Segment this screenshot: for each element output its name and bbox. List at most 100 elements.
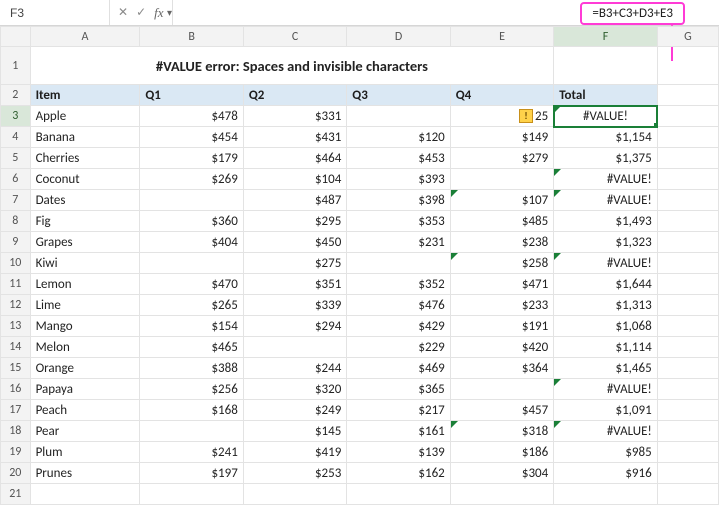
cell-total[interactable]: $1,313 [554, 295, 657, 316]
col-header-F[interactable]: F [554, 27, 657, 47]
row-header[interactable]: 7 [1, 190, 31, 211]
cell[interactable]: Fig [30, 211, 140, 232]
cell[interactable]: Grapes [30, 232, 140, 253]
col-header-D[interactable]: D [347, 27, 450, 47]
cell-total[interactable]: #VALUE! [554, 106, 657, 127]
cell[interactable] [657, 85, 718, 106]
cell[interactable] [347, 484, 450, 505]
cell[interactable]: $353 [347, 211, 450, 232]
cell[interactable]: $145 [243, 421, 346, 442]
cell-total[interactable]: $916 [554, 463, 657, 484]
cell[interactable] [140, 253, 243, 274]
cell[interactable]: $238 [450, 232, 553, 253]
cell[interactable]: $186 [450, 442, 553, 463]
cell[interactable]: $294 [243, 316, 346, 337]
row-header[interactable]: 1 [1, 47, 31, 85]
cell[interactable]: $352 [347, 274, 450, 295]
spreadsheet-grid[interactable]: A B C D E F G 1 #VALUE error: Spaces and… [0, 26, 719, 505]
cell[interactable]: $469 [347, 358, 450, 379]
cell[interactable]: $295 [243, 211, 346, 232]
cell[interactable] [657, 47, 718, 85]
cell[interactable]: Banana [30, 127, 140, 148]
cell[interactable] [450, 379, 553, 400]
cell[interactable]: Prunes [30, 463, 140, 484]
cell[interactable] [657, 379, 718, 400]
cell[interactable]: $429 [347, 316, 450, 337]
cell[interactable]: $470 [140, 274, 243, 295]
cell[interactable] [657, 211, 718, 232]
cell[interactable]: $217 [347, 400, 450, 421]
accept-icon[interactable]: ✓ [136, 5, 146, 20]
cell[interactable] [657, 337, 718, 358]
row-header[interactable]: 21 [1, 484, 31, 505]
cancel-icon[interactable]: ✕ [118, 5, 128, 20]
cell[interactable] [657, 400, 718, 421]
cell[interactable] [450, 169, 553, 190]
cell[interactable]: $161 [347, 421, 450, 442]
cell[interactable] [657, 127, 718, 148]
cell[interactable] [657, 169, 718, 190]
fill-handle[interactable] [654, 123, 658, 127]
cell[interactable] [657, 484, 718, 505]
cell[interactable] [657, 148, 718, 169]
cell[interactable]: $419 [243, 442, 346, 463]
cell[interactable] [554, 484, 657, 505]
cell-total[interactable]: $1,644 [554, 274, 657, 295]
cell[interactable] [140, 190, 243, 211]
row-header[interactable]: 14 [1, 337, 31, 358]
cell[interactable] [243, 484, 346, 505]
cell[interactable] [657, 442, 718, 463]
cell[interactable]: $393 [347, 169, 450, 190]
cell[interactable]: $478 [140, 106, 243, 127]
cell[interactable]: $162 [347, 463, 450, 484]
cell[interactable]: $139 [347, 442, 450, 463]
cell[interactable] [243, 337, 346, 358]
cell[interactable]: Mango [30, 316, 140, 337]
cell-total[interactable]: #VALUE! [554, 190, 657, 211]
cell[interactable]: $107 [450, 190, 553, 211]
row-header[interactable]: 18 [1, 421, 31, 442]
cell[interactable] [657, 274, 718, 295]
cell[interactable] [657, 106, 718, 127]
cell[interactable]: $104 [243, 169, 346, 190]
cell[interactable] [657, 358, 718, 379]
cell[interactable]: Apple [30, 106, 140, 127]
row-header[interactable]: 3 [1, 106, 31, 127]
row-header[interactable]: 15 [1, 358, 31, 379]
cell[interactable] [347, 253, 450, 274]
cell[interactable]: $154 [140, 316, 243, 337]
row-header[interactable]: 13 [1, 316, 31, 337]
col-header-B[interactable]: B [140, 27, 243, 47]
cell[interactable]: $364 [450, 358, 553, 379]
cell[interactable]: $404 [140, 232, 243, 253]
cell[interactable]: $253 [243, 463, 346, 484]
cell-total[interactable]: $1,154 [554, 127, 657, 148]
cell[interactable]: $191 [450, 316, 553, 337]
cell[interactable]: $149 [450, 127, 553, 148]
row-header[interactable]: 16 [1, 379, 31, 400]
cell[interactable] [30, 484, 140, 505]
cell[interactable] [657, 190, 718, 211]
warning-icon[interactable] [519, 109, 533, 123]
cell[interactable]: $241 [140, 442, 243, 463]
cell[interactable]: $398 [347, 190, 450, 211]
cell[interactable] [657, 295, 718, 316]
cell[interactable]: $351 [243, 274, 346, 295]
cell[interactable]: $360 [140, 211, 243, 232]
col-header-G[interactable]: G [657, 27, 718, 47]
fx-icon[interactable]: fx [154, 5, 163, 21]
cell[interactable]: $269 [140, 169, 243, 190]
cell[interactable]: $453 [347, 148, 450, 169]
cell[interactable]: $431 [243, 127, 346, 148]
cell[interactable]: $485 [450, 211, 553, 232]
cell[interactable] [347, 106, 450, 127]
cell[interactable]: Kiwi [30, 253, 140, 274]
cell[interactable]: $168 [140, 400, 243, 421]
cell-total[interactable]: #VALUE! [554, 253, 657, 274]
cell[interactable]: Cherries [30, 148, 140, 169]
cell[interactable]: $454 [140, 127, 243, 148]
cell-total[interactable]: #VALUE! [554, 169, 657, 190]
cell[interactable]: Dates [30, 190, 140, 211]
cell[interactable]: $265 [140, 295, 243, 316]
cell-total[interactable]: $1,493 [554, 211, 657, 232]
